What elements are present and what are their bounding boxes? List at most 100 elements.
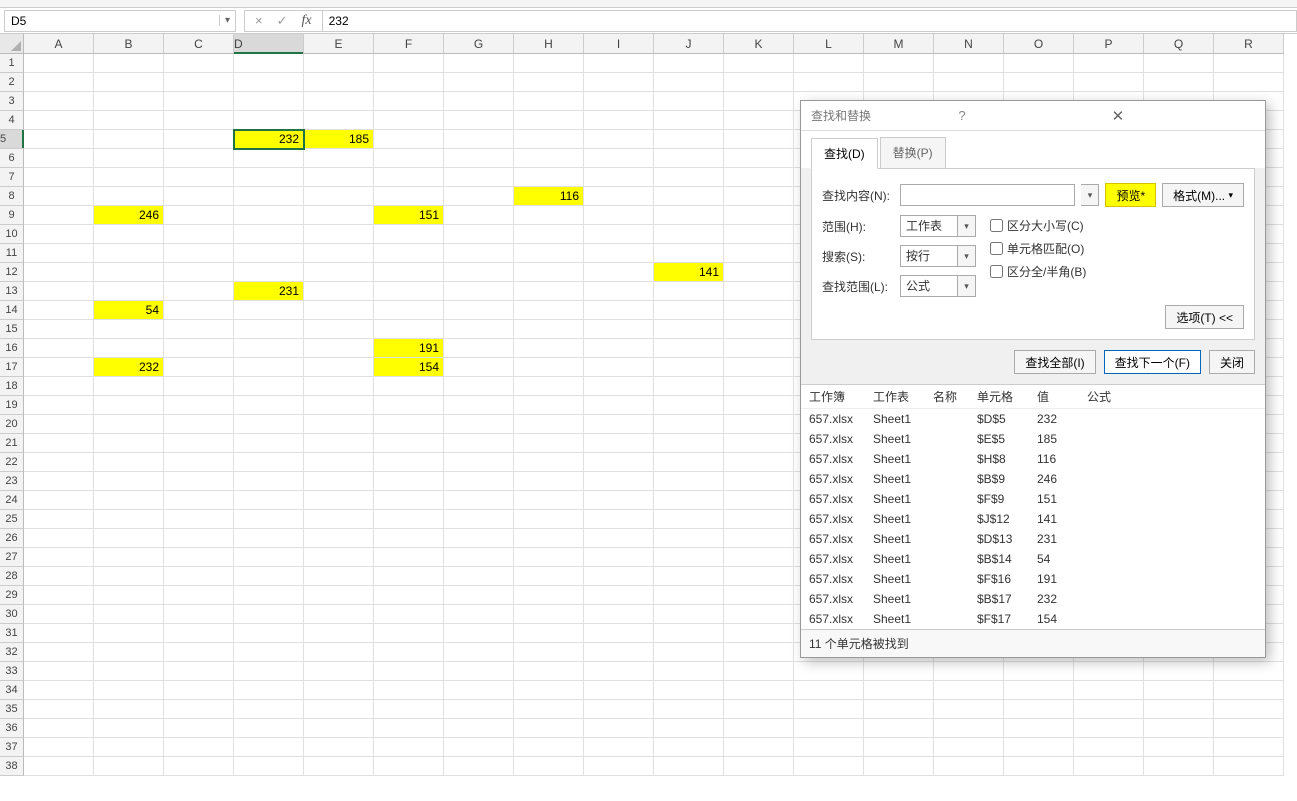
cell-L37[interactable] (794, 738, 864, 757)
cell-F38[interactable] (374, 757, 444, 776)
cell-A32[interactable] (24, 643, 94, 662)
row-header-18[interactable]: 18 (0, 377, 24, 396)
cell-F24[interactable] (374, 491, 444, 510)
cell-M1[interactable] (864, 54, 934, 73)
cell-C35[interactable] (164, 700, 234, 719)
cell-A1[interactable] (24, 54, 94, 73)
match-whole-checkbox[interactable]: 单元格匹配(O) (990, 240, 1086, 257)
cell-F23[interactable] (374, 472, 444, 491)
result-row[interactable]: 657.xlsxSheet1$B$17232 (801, 589, 1265, 609)
cell-C31[interactable] (164, 624, 234, 643)
cell-J34[interactable] (654, 681, 724, 700)
cell-P1[interactable] (1074, 54, 1144, 73)
cell-E5[interactable]: 185 (304, 130, 374, 149)
cell-G37[interactable] (444, 738, 514, 757)
cell-C30[interactable] (164, 605, 234, 624)
cell-F27[interactable] (374, 548, 444, 567)
cell-R37[interactable] (1214, 738, 1284, 757)
cell-G24[interactable] (444, 491, 514, 510)
cell-K5[interactable] (724, 130, 794, 149)
cell-C11[interactable] (164, 244, 234, 263)
cell-J15[interactable] (654, 320, 724, 339)
cell-L35[interactable] (794, 700, 864, 719)
cell-E9[interactable] (304, 206, 374, 225)
cell-B16[interactable] (94, 339, 164, 358)
cell-K32[interactable] (724, 643, 794, 662)
cell-O35[interactable] (1004, 700, 1074, 719)
cell-E10[interactable] (304, 225, 374, 244)
chevron-down-icon[interactable]: ▾ (958, 245, 976, 267)
cell-H22[interactable] (514, 453, 584, 472)
cell-E17[interactable] (304, 358, 374, 377)
row-header-13[interactable]: 13 (0, 282, 24, 301)
cell-B26[interactable] (94, 529, 164, 548)
row-header-11[interactable]: 11 (0, 244, 24, 263)
cell-H23[interactable] (514, 472, 584, 491)
preview-button[interactable]: 预览* (1105, 183, 1156, 207)
cell-J37[interactable] (654, 738, 724, 757)
close-button[interactable]: 关闭 (1209, 350, 1255, 374)
cell-B38[interactable] (94, 757, 164, 776)
cell-E14[interactable] (304, 301, 374, 320)
row-header-17[interactable]: 17 (0, 358, 24, 377)
cell-A4[interactable] (24, 111, 94, 130)
cell-K20[interactable] (724, 415, 794, 434)
match-whole-input[interactable] (990, 242, 1003, 255)
cell-J20[interactable] (654, 415, 724, 434)
results-list[interactable]: 工作簿 工作表 名称 单元格 值 公式 657.xlsxSheet1$D$523… (801, 384, 1265, 629)
cell-K21[interactable] (724, 434, 794, 453)
cell-H15[interactable] (514, 320, 584, 339)
cell-I6[interactable] (584, 149, 654, 168)
row-header-38[interactable]: 38 (0, 757, 24, 776)
cell-B1[interactable] (94, 54, 164, 73)
cell-Q37[interactable] (1144, 738, 1214, 757)
cell-D16[interactable] (234, 339, 304, 358)
cell-Q35[interactable] (1144, 700, 1214, 719)
cell-A16[interactable] (24, 339, 94, 358)
cell-A31[interactable] (24, 624, 94, 643)
cell-I28[interactable] (584, 567, 654, 586)
cell-B7[interactable] (94, 168, 164, 187)
cell-A25[interactable] (24, 510, 94, 529)
cell-I8[interactable] (584, 187, 654, 206)
cell-H18[interactable] (514, 377, 584, 396)
cell-I12[interactable] (584, 263, 654, 282)
cell-D26[interactable] (234, 529, 304, 548)
row-header-4[interactable]: 4 (0, 111, 24, 130)
cell-J23[interactable] (654, 472, 724, 491)
cell-O33[interactable] (1004, 662, 1074, 681)
cell-D18[interactable] (234, 377, 304, 396)
cell-I31[interactable] (584, 624, 654, 643)
cell-I29[interactable] (584, 586, 654, 605)
cell-K38[interactable] (724, 757, 794, 776)
cell-D8[interactable] (234, 187, 304, 206)
cell-B20[interactable] (94, 415, 164, 434)
cell-B25[interactable] (94, 510, 164, 529)
cell-B37[interactable] (94, 738, 164, 757)
cell-D25[interactable] (234, 510, 304, 529)
cell-K4[interactable] (724, 111, 794, 130)
cell-H8[interactable]: 116 (514, 187, 584, 206)
cell-K3[interactable] (724, 92, 794, 111)
cell-F5[interactable] (374, 130, 444, 149)
cell-K18[interactable] (724, 377, 794, 396)
cell-J1[interactable] (654, 54, 724, 73)
options-toggle-button[interactable]: 选项(T) << (1165, 305, 1244, 329)
cell-J26[interactable] (654, 529, 724, 548)
cell-D27[interactable] (234, 548, 304, 567)
cell-I27[interactable] (584, 548, 654, 567)
cell-C5[interactable] (164, 130, 234, 149)
cell-G34[interactable] (444, 681, 514, 700)
cell-F18[interactable] (374, 377, 444, 396)
cell-D32[interactable] (234, 643, 304, 662)
find-content-input[interactable] (900, 184, 1075, 206)
cell-H32[interactable] (514, 643, 584, 662)
cell-D14[interactable] (234, 301, 304, 320)
cell-B18[interactable] (94, 377, 164, 396)
cell-K24[interactable] (724, 491, 794, 510)
result-row[interactable]: 657.xlsxSheet1$D$13231 (801, 529, 1265, 549)
cell-J6[interactable] (654, 149, 724, 168)
cell-B6[interactable] (94, 149, 164, 168)
cell-D1[interactable] (234, 54, 304, 73)
cell-B29[interactable] (94, 586, 164, 605)
